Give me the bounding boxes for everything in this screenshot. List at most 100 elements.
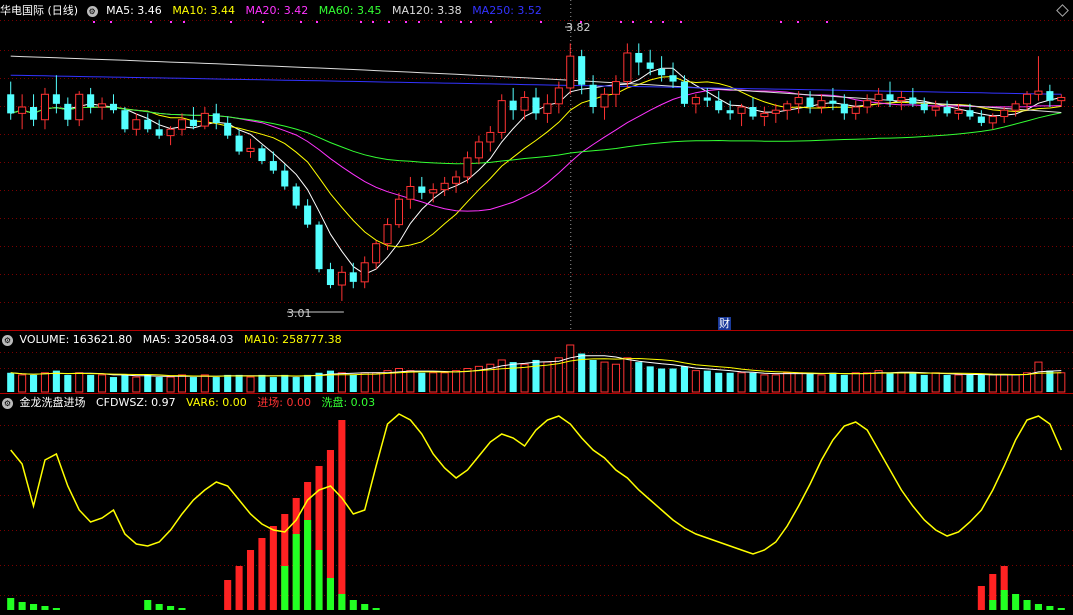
signal-dot	[360, 21, 362, 23]
entry-bar	[246, 550, 255, 610]
volume-bar	[1000, 374, 1009, 393]
volume-bar	[680, 366, 688, 392]
signal-dot	[372, 21, 374, 23]
candle-body	[920, 103, 928, 111]
stock-chart[interactable]	[0, 0, 1073, 615]
signal-dot	[440, 21, 442, 23]
entry-bar	[338, 420, 346, 610]
candle-body	[794, 96, 803, 105]
candle-body	[954, 109, 963, 114]
candle-body	[235, 135, 243, 152]
washout-bar	[1046, 606, 1054, 610]
candle-body	[669, 75, 677, 82]
candle-body	[337, 271, 346, 286]
volume-bar	[658, 368, 666, 392]
candle-body	[75, 93, 84, 121]
candle-body	[452, 176, 461, 184]
candle-body	[886, 94, 894, 101]
candle-body	[212, 113, 220, 123]
washout-bar	[349, 600, 357, 610]
washout-bar	[178, 608, 186, 610]
volume-bar	[440, 372, 449, 393]
finance-marker[interactable]: 财	[718, 317, 731, 330]
signal-dot	[662, 21, 664, 23]
candle-body	[851, 106, 860, 114]
washout-bar	[338, 594, 346, 610]
signal-dot	[540, 21, 542, 23]
candle-body	[1034, 90, 1043, 95]
candle-body	[200, 112, 209, 127]
volume-bar	[349, 374, 357, 392]
volume-bar	[897, 372, 906, 393]
signal-dot	[418, 21, 420, 23]
candle-body	[418, 186, 426, 193]
washout-bar	[7, 598, 15, 610]
signal-dot	[405, 21, 407, 23]
volume-bar	[189, 377, 197, 392]
volume-bar	[691, 370, 700, 393]
candle-body	[840, 103, 848, 114]
candle-body	[132, 119, 141, 130]
candle-body	[292, 186, 300, 206]
candle-body	[658, 68, 666, 76]
volume-bar	[737, 372, 746, 393]
volume-bar	[840, 374, 848, 392]
washout-bar	[1012, 594, 1020, 610]
candle-body	[635, 52, 643, 63]
candle-body	[783, 103, 792, 111]
ma5-label: MA5: 3.46	[106, 4, 162, 17]
signal-dot	[170, 21, 172, 23]
volume-bar	[817, 374, 826, 393]
candle-body	[611, 81, 620, 95]
signal-dot	[388, 21, 390, 23]
volume-bar	[646, 366, 654, 392]
volume-bar	[726, 372, 734, 392]
candle-body	[874, 93, 883, 102]
volume-bar	[566, 344, 575, 393]
settings-circle-icon[interactable]: ⚙	[2, 397, 13, 409]
vol-ma10-label: MA10: 258777.38	[243, 333, 342, 346]
volume-bar	[943, 374, 951, 392]
volume-bar	[635, 362, 643, 392]
signal-dot	[183, 21, 185, 23]
volume-bar	[292, 377, 300, 392]
volume-bar	[144, 374, 152, 392]
candle-body	[566, 55, 575, 89]
candle-body	[383, 224, 392, 245]
volume-bar	[829, 372, 837, 392]
signal-dot	[680, 21, 682, 23]
volume-bar	[64, 374, 72, 392]
candle-body	[829, 100, 837, 104]
volume-bar	[715, 372, 723, 392]
indicator-title: 金龙洗盘进场	[19, 396, 86, 409]
volume-bar	[520, 363, 529, 393]
settings-circle-icon[interactable]: ⚙	[86, 5, 98, 17]
volume-bar	[886, 372, 894, 392]
volume-bar	[132, 376, 141, 393]
candle-body	[349, 272, 357, 282]
candle-body	[909, 97, 917, 104]
var6-label: VAR6: 0.00	[186, 396, 247, 409]
settings-circle-icon[interactable]: ⚙	[2, 334, 13, 346]
volume-bar	[611, 363, 620, 393]
volume-bar	[920, 374, 928, 392]
volume-bar	[372, 372, 381, 393]
cfdwsz-label: CFDWSZ: 0.97	[96, 396, 176, 409]
signal-dot	[780, 21, 782, 23]
candle-body	[1046, 91, 1054, 101]
candle-body	[87, 94, 95, 108]
volume-bar	[406, 370, 415, 393]
candle-body	[966, 110, 974, 117]
washout-bar	[1023, 600, 1031, 610]
volume-bar	[589, 359, 597, 392]
volume-title: VOLUME: 163621.80	[19, 333, 133, 346]
volume-bar	[155, 377, 163, 392]
signal-dot	[650, 21, 652, 23]
volume-bar	[863, 372, 872, 393]
washout-bar	[361, 604, 369, 610]
volume-bar	[749, 372, 757, 392]
volume-bar	[200, 374, 209, 393]
volume-bar	[452, 370, 461, 393]
price-title[interactable]: 华电国际 (日线)	[0, 4, 78, 17]
signal-dot	[316, 21, 318, 23]
